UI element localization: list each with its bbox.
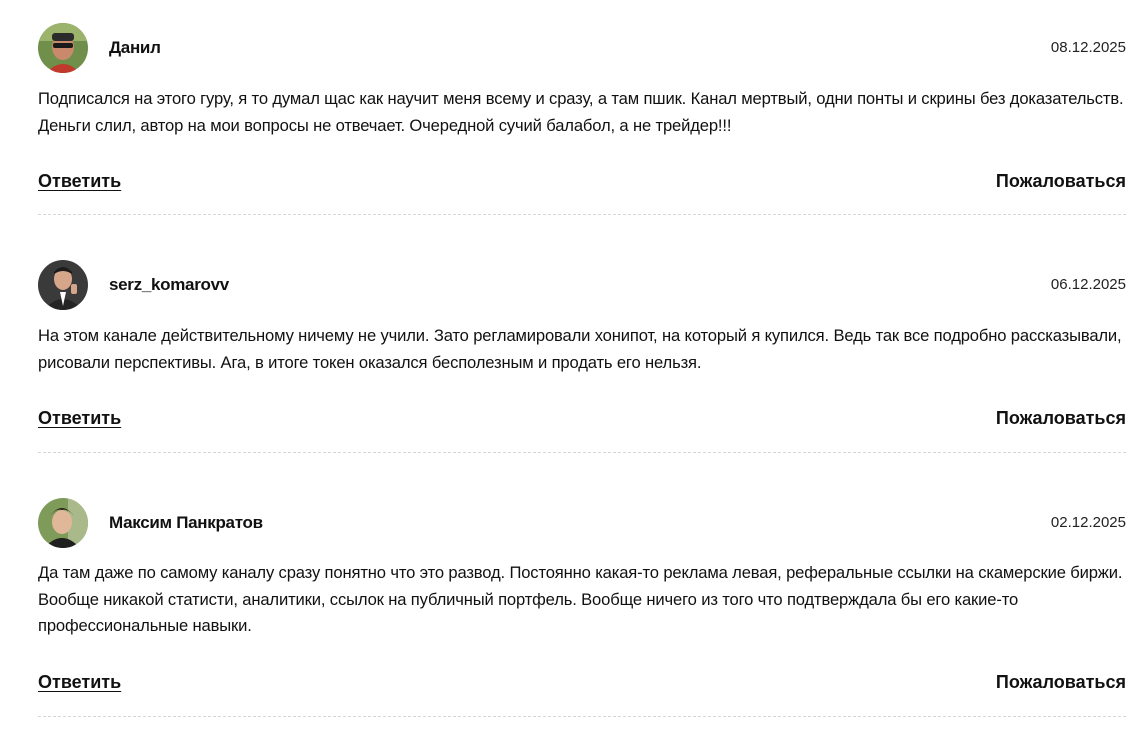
avatar-photo-man-suit-icon bbox=[38, 260, 88, 310]
comment-actions: Ответить Пожаловаться bbox=[38, 408, 1126, 434]
comment-divider bbox=[38, 214, 1126, 215]
comment-actions: Ответить Пожаловаться bbox=[38, 171, 1126, 197]
comment-date: 06.12.2025 bbox=[1050, 276, 1126, 293]
report-link[interactable]: Пожаловаться bbox=[996, 171, 1126, 192]
avatar[interactable] bbox=[38, 260, 88, 310]
comment-text: Подписался на этого гуру, я то думал щас… bbox=[38, 89, 1124, 135]
comment-text: Да там даже по самому каналу сразу понят… bbox=[38, 563, 1123, 635]
comments-list: Данил 08.12.2025 Подписался на этого гур… bbox=[0, 0, 1148, 740]
avatar[interactable] bbox=[38, 23, 88, 73]
comment-divider bbox=[38, 452, 1126, 453]
avatar[interactable] bbox=[38, 498, 88, 548]
comment-text: На этом канале действительному ничему не… bbox=[38, 326, 1122, 372]
reply-link[interactable]: Ответить bbox=[38, 171, 121, 192]
comment-author: serz_komarovv bbox=[109, 275, 229, 294]
comment-header: Максим Панкратов 02.12.2025 bbox=[38, 498, 1126, 548]
comment-author: Данил bbox=[109, 38, 161, 57]
comment-date: 02.12.2025 bbox=[1050, 514, 1126, 531]
comment-header: Данил 08.12.2025 bbox=[38, 23, 1126, 73]
comment-author: Максим Панкратов bbox=[109, 513, 263, 532]
avatar-photo-man-sunglasses-icon bbox=[38, 23, 88, 73]
comment-actions: Ответить Пожаловаться bbox=[38, 672, 1126, 698]
report-link[interactable]: Пожаловаться bbox=[996, 408, 1126, 429]
reply-link[interactable]: Ответить bbox=[38, 672, 121, 693]
avatar-photo-young-man-icon bbox=[38, 498, 88, 548]
reply-link[interactable]: Ответить bbox=[38, 408, 121, 429]
comment-header: serz_komarovv 06.12.2025 bbox=[38, 260, 1126, 310]
comment-divider bbox=[38, 716, 1126, 717]
report-link[interactable]: Пожаловаться bbox=[996, 672, 1126, 693]
comment-date: 08.12.2025 bbox=[1050, 39, 1126, 56]
